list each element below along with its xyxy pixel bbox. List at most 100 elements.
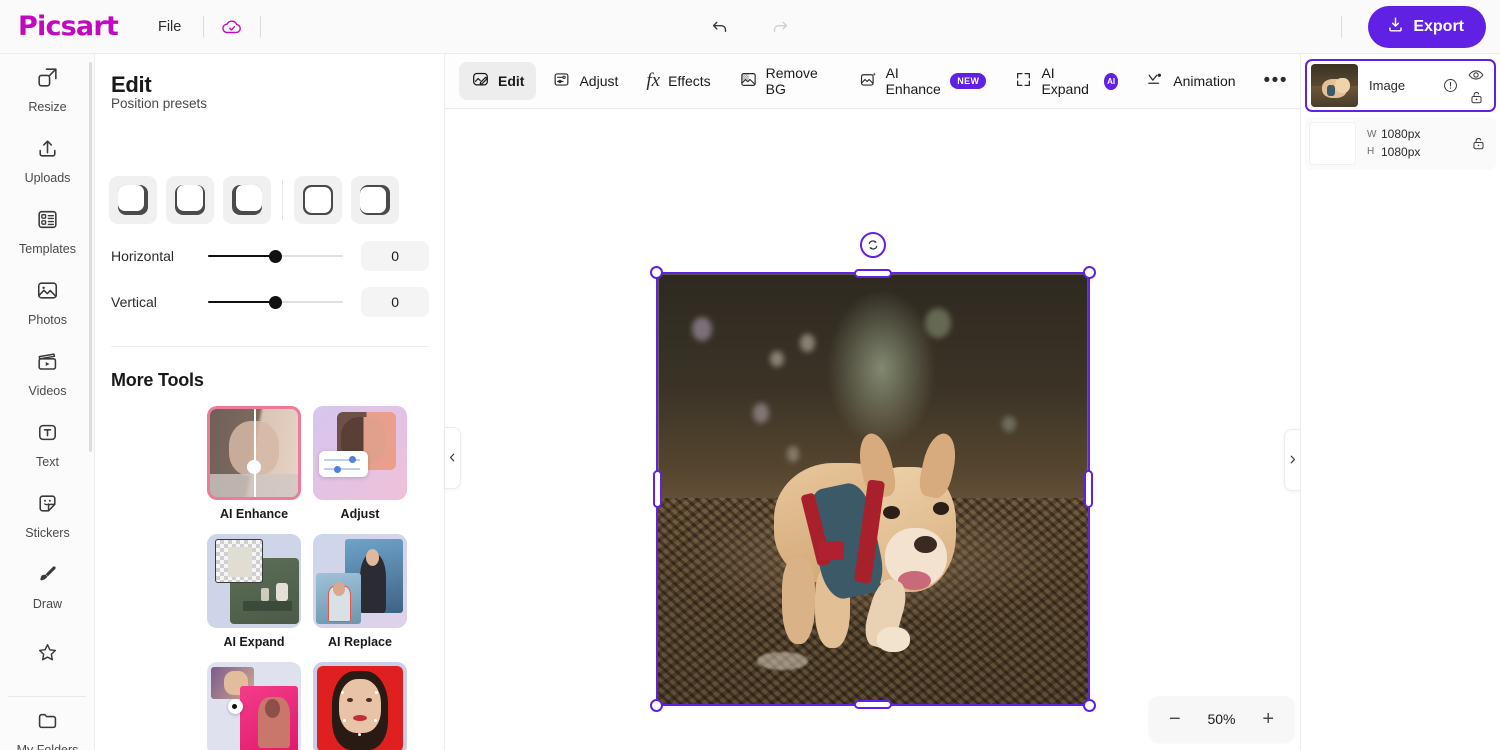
resize-handle-bottom-left[interactable]	[650, 699, 663, 712]
tab-label: Adjust	[579, 73, 618, 89]
sidebar-item-videos[interactable]: Videos	[0, 338, 95, 409]
header-right: Export	[1327, 0, 1486, 54]
more-tools-title: More Tools	[111, 370, 204, 391]
sidebar-item-uploads[interactable]: Uploads	[0, 125, 95, 196]
collapse-left-panel-button[interactable]	[445, 427, 461, 489]
canvas-stage[interactable]: − 50% +	[445, 109, 1300, 750]
background-thumbnail	[1309, 122, 1356, 165]
picsart-logo[interactable]: Picsart	[18, 11, 118, 42]
templates-icon	[35, 207, 60, 237]
tab-label: Edit	[498, 73, 524, 89]
unlock-icon[interactable]	[1470, 135, 1487, 152]
sidebar-item-label: Text	[36, 455, 59, 469]
sliders-icon	[552, 70, 571, 92]
export-button[interactable]: Export	[1368, 6, 1486, 48]
tool-ai-enhance[interactable]: AI Enhance	[207, 406, 301, 522]
ai-enhance-icon	[859, 70, 878, 92]
vertical-slider-row: Vertical 0	[111, 288, 429, 316]
horizontal-slider[interactable]	[208, 247, 343, 265]
height-key: H	[1367, 145, 1374, 160]
sidebar-item-text[interactable]: Text	[0, 409, 95, 480]
tab-edit[interactable]: Edit	[459, 62, 536, 100]
zoom-level: 50%	[1207, 711, 1235, 727]
sidebar-item-label: Uploads	[25, 171, 71, 185]
tool-adjust[interactable]: Adjust	[313, 406, 407, 522]
tab-label: Effects	[668, 73, 711, 89]
tab-remove-bg[interactable]: Remove BG	[727, 62, 843, 100]
horizontal-label: Horizontal	[111, 248, 208, 264]
more-options-icon[interactable]: •••	[1252, 70, 1300, 92]
layer-name: Image	[1369, 78, 1442, 93]
sticker-icon	[35, 491, 60, 521]
folder-icon	[35, 708, 60, 738]
redo-icon[interactable]	[765, 12, 795, 42]
layer-row-image[interactable]: Image	[1305, 59, 1496, 112]
preset-center-left[interactable]	[351, 176, 399, 224]
text-icon	[35, 420, 60, 450]
resize-handle-bottom-right[interactable]	[1083, 699, 1096, 712]
tab-effects[interactable]: fx Effects	[634, 62, 722, 100]
collapse-right-panel-button[interactable]	[1284, 429, 1300, 491]
rail-scrollbar[interactable]	[89, 62, 92, 452]
tab-label: Animation	[1173, 73, 1235, 89]
vertical-slider[interactable]	[208, 293, 343, 311]
resize-handle-bottom-center[interactable]	[854, 700, 892, 709]
tab-animation[interactable]: Animation	[1134, 62, 1247, 100]
warning-circle-icon[interactable]	[1442, 77, 1459, 94]
resize-handle-middle-left[interactable]	[653, 470, 662, 508]
horizontal-slider-row: Horizontal 0	[111, 242, 429, 270]
unlock-icon[interactable]	[1468, 89, 1485, 106]
resize-icon	[35, 65, 60, 95]
tool-ai-style-transfer[interactable]: AI Style Transfer	[207, 662, 301, 750]
undo-icon[interactable]	[705, 12, 735, 42]
resize-handle-middle-right[interactable]	[1084, 470, 1093, 508]
zoom-in-button[interactable]: +	[1262, 709, 1274, 729]
cloud-check-icon[interactable]	[218, 13, 246, 41]
tab-ai-expand[interactable]: AI Expand AI	[1002, 62, 1130, 100]
file-menu[interactable]: File	[150, 13, 189, 41]
sidebar-item-draw[interactable]: Draw	[0, 551, 95, 622]
sidebar-item-stickers[interactable]: Stickers	[0, 480, 95, 551]
layer-thumbnail	[1311, 64, 1358, 107]
rotate-handle[interactable]	[860, 232, 886, 258]
header-divider-1	[203, 16, 204, 38]
position-presets-label: Position presets	[111, 96, 207, 111]
sidebar-item-favorites[interactable]	[0, 622, 95, 693]
tool-ai-replace[interactable]: AI Replace	[313, 534, 407, 650]
sidebar-item-label: My Folders	[17, 743, 79, 750]
tool-label: AI Replace	[313, 635, 407, 650]
fx-icon: fx	[646, 70, 660, 92]
thumb-ai-replace	[313, 534, 407, 628]
zoom-out-button[interactable]: −	[1169, 709, 1181, 729]
preset-bottom-center[interactable]	[166, 176, 214, 224]
vertical-value[interactable]: 0	[361, 287, 429, 317]
horizontal-slider-knob[interactable]	[269, 250, 282, 263]
sidebar-item-resize[interactable]: Resize	[0, 54, 95, 125]
resize-handle-top-left[interactable]	[650, 266, 663, 279]
tool-face[interactable]: Face	[313, 662, 407, 750]
layer-row-background[interactable]: W 1080px H 1080px	[1305, 117, 1496, 170]
preset-bottom-right[interactable]	[109, 176, 157, 224]
tab-ai-enhance[interactable]: AI Enhance NEW	[847, 62, 999, 100]
animation-icon	[1146, 70, 1165, 92]
thumb-face	[313, 662, 407, 750]
star-icon	[35, 640, 60, 670]
horizontal-value[interactable]: 0	[361, 241, 429, 271]
sidebar-item-photos[interactable]: Photos	[0, 267, 95, 338]
preset-bottom-left[interactable]	[223, 176, 271, 224]
resize-handle-top-center[interactable]	[854, 269, 892, 278]
resize-handle-top-right[interactable]	[1083, 266, 1096, 279]
layer-actions	[1467, 66, 1485, 106]
preset-center-right[interactable]	[294, 176, 342, 224]
vertical-slider-knob[interactable]	[269, 296, 282, 309]
tool-label: AI Enhance	[207, 507, 301, 522]
sidebar-item-my-folders[interactable]: My Folders	[0, 697, 95, 750]
sidebar-item-templates[interactable]: Templates	[0, 196, 95, 267]
tool-label: AI Expand	[207, 635, 301, 650]
selected-image-layer[interactable]	[656, 272, 1090, 706]
tab-adjust[interactable]: Adjust	[540, 62, 630, 100]
sidebar-item-label: Draw	[33, 597, 62, 611]
sidebar-item-label: Photos	[28, 313, 67, 327]
tool-ai-expand[interactable]: AI Expand	[207, 534, 301, 650]
eye-icon[interactable]	[1467, 66, 1485, 84]
